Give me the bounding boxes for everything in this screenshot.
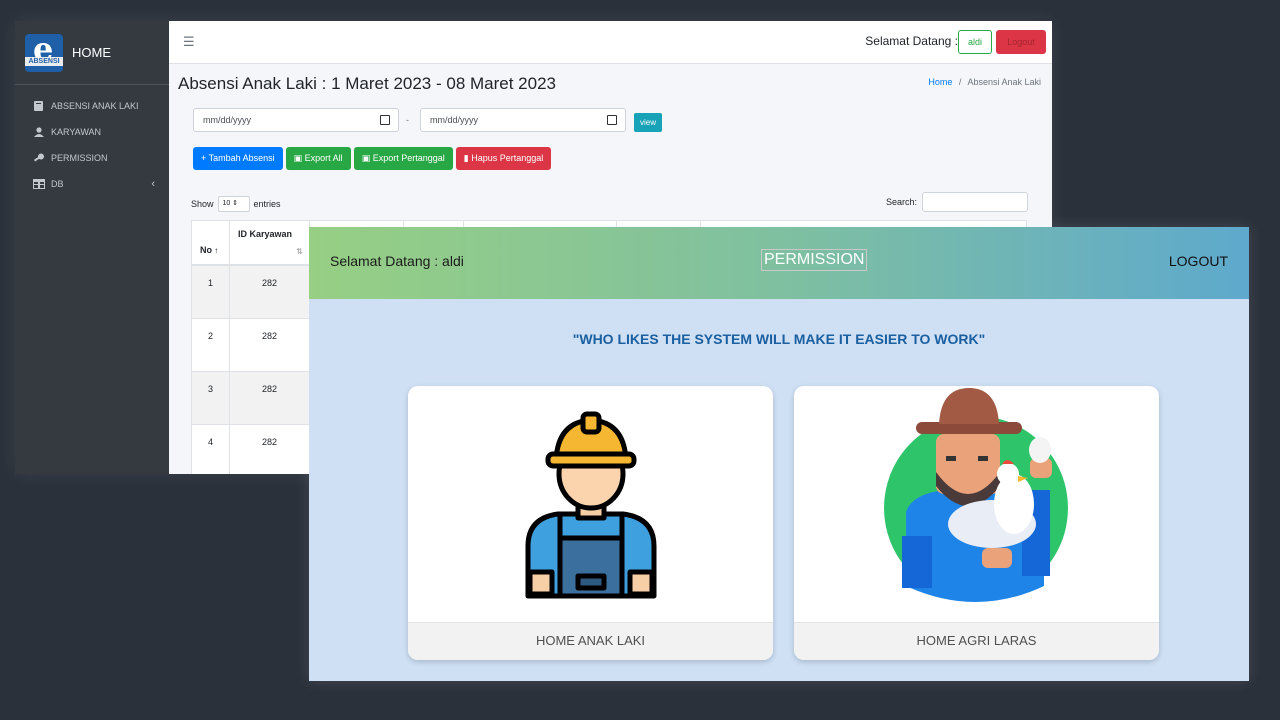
export-pertanggal-label: Export Pertanggal — [372, 153, 445, 163]
logout-link[interactable]: LOGOUT — [1169, 253, 1228, 269]
permission-header: Selamat Datang : aldi PERMISSION LOGOUT — [309, 227, 1249, 299]
sidebar-item-permission[interactable]: PERMISSION — [15, 145, 169, 171]
export-pertanggal-button[interactable]: ▣ Export Pertanggal — [353, 147, 453, 170]
search-label: Search: — [885, 197, 917, 207]
worker-icon — [525, 411, 657, 599]
sidebar-item-label: DB — [51, 179, 64, 189]
breadcrumb-separator: / — [958, 77, 962, 87]
sort-asc-icon: ↑ — [212, 246, 219, 255]
action-buttons: + Tambah Absensi ▣ Export All ▣ Export P… — [193, 147, 552, 170]
sidebar-item-db[interactable]: DB ‹ — [15, 171, 169, 197]
hapus-pertanggal-label: Hapus Pertanggal — [471, 153, 544, 163]
permission-window: Selamat Datang : aldi PERMISSION LOGOUT … — [309, 227, 1249, 681]
show-label: Show — [191, 199, 214, 209]
entries-select[interactable]: 10 ⇕ — [217, 196, 250, 212]
export-all-button[interactable]: ▣ Export All — [285, 147, 351, 170]
breadcrumb-current: Absensi Anak Laki — [967, 77, 1041, 87]
search-input[interactable] — [922, 192, 1028, 212]
cell-no: 3 — [192, 372, 230, 424]
cell-id: 282 — [230, 319, 310, 371]
cell-id: 282 — [230, 266, 310, 318]
absensi-logo: e ABSENSI — [25, 33, 63, 72]
cell-no: 1 — [192, 266, 230, 318]
card-label: HOME ANAK LAKI — [408, 622, 773, 660]
column-no[interactable]: No ↑ — [192, 221, 230, 264]
logout-button[interactable]: Logout — [996, 30, 1046, 54]
entries-label: entries — [253, 199, 281, 209]
topbar: ☰ Selamat Datang : aldi Logout — [169, 21, 1052, 64]
card-home-anak-laki[interactable]: HOME ANAK LAKI — [408, 386, 773, 660]
excel-icon: ▣ — [293, 153, 305, 163]
end-date-input[interactable]: mm/dd/yyyy — [420, 108, 626, 132]
key-icon — [33, 153, 44, 162]
welcome-text: Selamat Datang : aldi — [330, 253, 464, 269]
sidebar-item-label: PERMISSION — [51, 153, 108, 163]
chevron-left-icon: ‹ — [151, 178, 155, 190]
brand-title: HOME — [72, 45, 111, 60]
logo-band: ABSENSI — [25, 56, 63, 66]
sort-icon: ⇅ — [296, 247, 303, 256]
table-icon — [33, 179, 45, 189]
sidebar: e ABSENSI HOME ABSENSI ANAK LAKI KARYAWA… — [15, 21, 169, 474]
column-id-karyawan[interactable]: ID Karyawan ⇅ — [230, 221, 310, 264]
cell-no: 4 — [192, 425, 230, 474]
sidebar-item-absensi[interactable]: ABSENSI ANAK LAKI — [15, 93, 169, 119]
end-date-placeholder: mm/dd/yyyy — [430, 115, 479, 125]
card-image — [794, 386, 1159, 622]
card-home-agri-laras[interactable]: HOME AGRI LARAS — [794, 386, 1159, 660]
page-title: Absensi Anak Laki : 1 Maret 2023 - 08 Ma… — [178, 74, 557, 93]
excel-icon: ▣ — [361, 153, 373, 163]
cell-no: 2 — [192, 319, 230, 371]
sidebar-item-label: ABSENSI ANAK LAKI — [51, 101, 139, 111]
user-icon — [34, 127, 44, 137]
calendar-icon[interactable] — [380, 115, 390, 125]
column-label: ID Karyawan — [238, 229, 293, 239]
entries-value: 10 — [222, 200, 231, 207]
menu-icon[interactable]: ☰ — [183, 34, 195, 50]
start-date-input[interactable]: mm/dd/yyyy — [193, 108, 399, 132]
farmer-icon — [884, 388, 1068, 602]
entries-control: Show 10 ⇕ entries — [191, 196, 281, 212]
add-absensi-button[interactable]: + Tambah Absensi — [193, 147, 283, 170]
calendar-icon[interactable] — [607, 115, 617, 125]
column-label: No — [200, 245, 212, 255]
export-all-label: Export All — [304, 153, 343, 163]
cell-id: 282 — [230, 425, 310, 474]
cell-id: 282 — [230, 372, 310, 424]
quote-text: "WHO LIKES THE SYSTEM WILL MAKE IT EASIE… — [572, 331, 986, 347]
card-image — [408, 386, 773, 622]
permission-title[interactable]: PERMISSION — [761, 249, 868, 271]
card-label: HOME AGRI LARAS — [794, 622, 1159, 660]
hapus-pertanggal-button[interactable]: ▮ Hapus Pertanggal — [455, 147, 552, 170]
sidebar-item-label: KARYAWAN — [51, 127, 102, 137]
book-icon — [34, 101, 43, 111]
breadcrumb-home[interactable]: Home — [928, 77, 952, 87]
breadcrumb: Home / Absensi Anak Laki — [928, 77, 1041, 87]
brand[interactable]: e ABSENSI HOME — [15, 21, 169, 85]
start-date-placeholder: mm/dd/yyyy — [203, 115, 252, 125]
user-button[interactable]: aldi — [957, 30, 992, 54]
sidebar-nav: ABSENSI ANAK LAKI KARYAWAN PERMISSION DB… — [15, 85, 169, 197]
welcome-text: Selamat Datang : — [865, 34, 958, 48]
date-separator: - — [406, 115, 409, 125]
view-button[interactable]: view — [634, 113, 662, 132]
sidebar-item-karyawan[interactable]: KARYAWAN — [15, 119, 169, 145]
